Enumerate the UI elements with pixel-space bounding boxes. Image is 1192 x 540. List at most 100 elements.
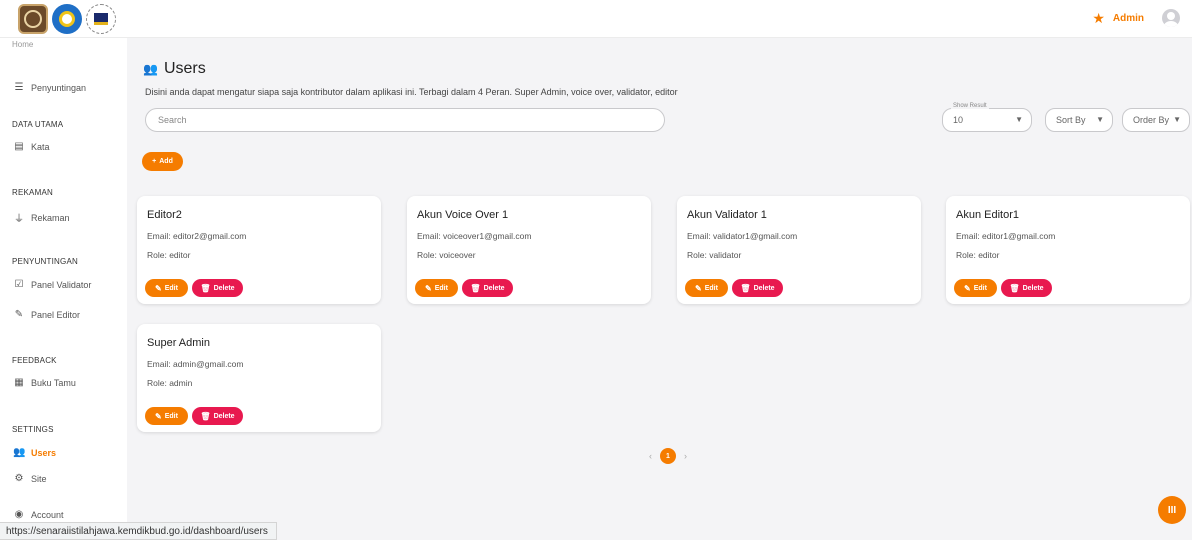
user-card: Akun Voice Over 1 Email: voiceover1@gmai… bbox=[407, 196, 651, 304]
order-by-label: Order By bbox=[1133, 115, 1170, 125]
sidebar-item-kata[interactable]: ▤ Kata bbox=[13, 141, 50, 152]
status-bar-url: https://senaraiistilahjawa.kemdikbud.go.… bbox=[0, 522, 277, 540]
check-icon: ☑ bbox=[14, 279, 24, 290]
sidebar-item-buku-tamu[interactable]: ▦ Buku Tamu bbox=[13, 377, 76, 388]
account-icon: ◉ bbox=[14, 509, 24, 520]
sidebar-item-users[interactable]: 👥 Users bbox=[13, 447, 56, 458]
plus-icon: + bbox=[152, 158, 157, 165]
edit-label: Edit bbox=[164, 412, 178, 420]
user-email: Email: admin@gmail.com bbox=[147, 359, 244, 369]
main-content: 👥 Users Disini anda dapat mengatur siapa… bbox=[127, 38, 1192, 540]
book-icon: ▤ bbox=[14, 141, 24, 152]
edit-button[interactable]: ✎ Edit bbox=[685, 279, 728, 297]
page-description: Disini anda dapat mengatur siapa saja ko… bbox=[145, 87, 678, 97]
sidebar-item-label: Users bbox=[31, 447, 57, 458]
user-email: Email: editor1@gmail.com bbox=[956, 231, 1056, 241]
search-input[interactable]: Search bbox=[145, 108, 665, 132]
sidebar-item-site[interactable]: ⚙ Site bbox=[13, 473, 47, 484]
floating-menu-button[interactable]: III bbox=[1158, 496, 1186, 524]
sidebar-item-label: Site bbox=[31, 473, 47, 484]
user-name: Akun Voice Over 1 bbox=[417, 209, 509, 221]
show-result-value: 10 bbox=[953, 115, 964, 125]
user-name: Akun Validator 1 bbox=[687, 209, 767, 221]
sidebar-item-home[interactable]: Home bbox=[12, 40, 33, 49]
edit-button[interactable]: ✎ Edit bbox=[145, 407, 188, 425]
sidebar-section-rekaman: REKAMAN bbox=[12, 188, 53, 197]
user-role: Role: voiceover bbox=[417, 250, 476, 260]
sidebar-item-label: Panel Editor bbox=[31, 309, 81, 320]
avatar[interactable] bbox=[1162, 9, 1180, 27]
list-icon: ☰ bbox=[14, 82, 24, 93]
user-email: Email: validator1@gmail.com bbox=[687, 231, 798, 241]
prev-page-button[interactable]: ‹ bbox=[649, 451, 652, 461]
user-name: Editor2 bbox=[147, 209, 182, 221]
sort-by-select[interactable]: Sort By ▼ bbox=[1045, 108, 1113, 132]
show-result-select[interactable]: Show Result 10 ▼ bbox=[942, 103, 1032, 132]
sidebar-item-label: Kata bbox=[31, 141, 50, 152]
sidebar-item-panel-validator[interactable]: ☑ Panel Validator bbox=[13, 279, 92, 290]
user-card: Super Admin Email: admin@gmail.com Role:… bbox=[137, 324, 381, 432]
pencil-icon: ✎ bbox=[155, 283, 162, 293]
app-logo[interactable] bbox=[18, 4, 48, 34]
edit-button[interactable]: ✎ Edit bbox=[415, 279, 458, 297]
user-name: Super Admin bbox=[147, 337, 210, 349]
users-icon: 👥 bbox=[13, 447, 26, 458]
sort-by-label: Sort By bbox=[1056, 115, 1086, 125]
delete-label: Delete bbox=[753, 284, 775, 292]
edit-label: Edit bbox=[434, 284, 448, 292]
sidebar-item-account[interactable]: ◉ Account bbox=[13, 509, 64, 520]
star-icon: ★ bbox=[1092, 9, 1105, 26]
chevron-down-icon: ▼ bbox=[1015, 115, 1023, 124]
microphone-icon: ⏚ bbox=[14, 214, 24, 225]
user-email: Email: editor2@gmail.com bbox=[147, 231, 247, 241]
delete-button[interactable]: 🗑 Delete bbox=[192, 407, 243, 425]
kemdikbud-logo bbox=[52, 4, 82, 34]
user-email: Email: voiceover1@gmail.com bbox=[417, 231, 532, 241]
sidebar-item-label: Account bbox=[31, 509, 64, 520]
delete-button[interactable]: 🗑 Delete bbox=[732, 279, 783, 297]
sidebar-item-label: Penyuntingan bbox=[31, 82, 87, 93]
institution-logo bbox=[86, 4, 116, 34]
gear-icon: ⚙ bbox=[14, 473, 24, 484]
edit-button[interactable]: ✎ Edit bbox=[954, 279, 997, 297]
user-role: Role: editor bbox=[956, 250, 1000, 260]
pencil-icon: ✎ bbox=[964, 283, 971, 293]
edit-button[interactable]: ✎ Edit bbox=[145, 279, 188, 297]
user-card: Akun Validator 1 Email: validator1@gmail… bbox=[677, 196, 921, 304]
pencil-icon: ✎ bbox=[425, 283, 432, 293]
sidebar-item-penyuntingan[interactable]: ☰ Penyuntingan bbox=[13, 82, 87, 93]
user-role: Role: editor bbox=[147, 250, 191, 260]
admin-name: Admin bbox=[1112, 12, 1144, 24]
sidebar-item-label: Buku Tamu bbox=[31, 377, 76, 388]
pencil-icon: ✎ bbox=[14, 309, 24, 320]
next-page-button[interactable]: › bbox=[684, 451, 687, 461]
chevron-down-icon: ▼ bbox=[1096, 115, 1104, 124]
delete-label: Delete bbox=[483, 284, 505, 292]
users-icon: 👥 bbox=[143, 62, 158, 76]
order-by-select[interactable]: Order By ▼ bbox=[1122, 108, 1190, 132]
admin-menu[interactable]: ★ Admin bbox=[1092, 9, 1180, 27]
sidebar-item-panel-editor[interactable]: ✎ Panel Editor bbox=[13, 309, 80, 320]
sidebar-item-label: Panel Validator bbox=[31, 279, 92, 290]
pagination: ‹ 1 › bbox=[649, 448, 687, 464]
delete-button[interactable]: 🗑 Delete bbox=[192, 279, 243, 297]
sidebar-section-feedback: FEEDBACK bbox=[12, 356, 57, 365]
delete-label: Delete bbox=[213, 284, 235, 292]
add-user-button[interactable]: + Add bbox=[142, 152, 183, 171]
trash-icon: 🗑 bbox=[740, 283, 751, 293]
trash-icon: 🗑 bbox=[1009, 283, 1020, 293]
top-bar: ★ Admin bbox=[0, 0, 1192, 38]
user-name: Akun Editor1 bbox=[956, 209, 1019, 221]
delete-button[interactable]: 🗑 Delete bbox=[462, 279, 513, 297]
message-icon: ▦ bbox=[14, 377, 24, 388]
show-result-label: Show Result bbox=[951, 103, 989, 109]
pencil-icon: ✎ bbox=[155, 411, 162, 421]
add-label: Add bbox=[159, 158, 173, 165]
sidebar-item-rekaman[interactable]: ⏚ Rekaman bbox=[13, 210, 70, 226]
page-button-current[interactable]: 1 bbox=[660, 448, 676, 464]
trash-icon: 🗑 bbox=[470, 283, 481, 293]
delete-button[interactable]: 🗑 Delete bbox=[1001, 279, 1052, 297]
delete-label: Delete bbox=[1022, 284, 1044, 292]
edit-label: Edit bbox=[164, 284, 178, 292]
sidebar-section-settings: SETTINGS bbox=[12, 425, 54, 434]
